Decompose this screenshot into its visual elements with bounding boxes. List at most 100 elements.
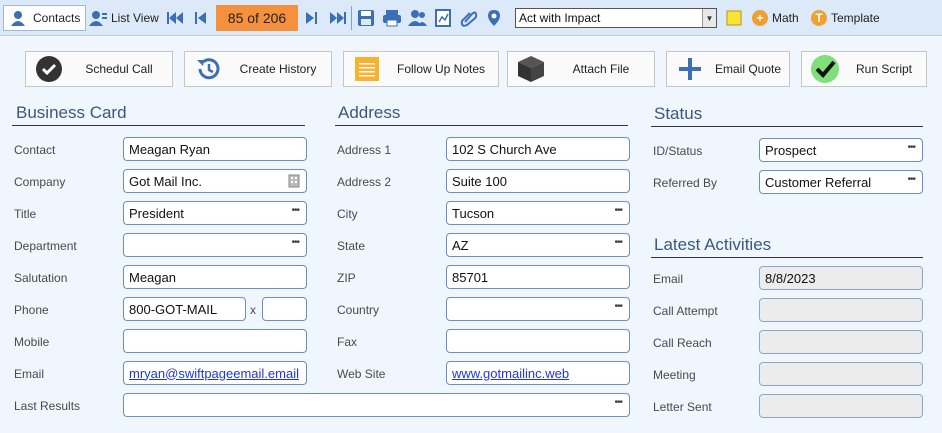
- mobile-field[interactable]: [123, 329, 307, 353]
- save-button[interactable]: [357, 5, 375, 31]
- printer-icon: [383, 10, 401, 27]
- phone-field[interactable]: 800-GOT-MAIL: [123, 297, 246, 321]
- create-history-button[interactable]: Create History: [184, 51, 332, 87]
- department-label: Department: [14, 239, 77, 253]
- last-results-field[interactable]: •••: [123, 393, 630, 417]
- attach-file-label: Attach File: [572, 62, 630, 76]
- attach-button[interactable]: [460, 5, 478, 31]
- email-quote-label: Email Quote: [714, 62, 782, 76]
- more-icon[interactable]: •••: [907, 142, 915, 153]
- run-script-label: Run Script: [855, 62, 913, 76]
- title-field[interactable]: President •••: [123, 201, 307, 225]
- previous-record-icon: [195, 12, 206, 24]
- document-button[interactable]: [434, 5, 452, 31]
- referred-by-field[interactable]: Customer Referral •••: [759, 170, 923, 194]
- template-icon: T: [811, 10, 827, 26]
- email-label: Email: [14, 367, 45, 381]
- latest-activities-title: Latest Activities: [654, 235, 772, 254]
- fax-field[interactable]: [446, 329, 630, 353]
- contact-label: Contact: [14, 143, 56, 157]
- mobile-label: Mobile: [14, 335, 50, 349]
- website-label: Web Site: [337, 367, 386, 381]
- state-field[interactable]: AZ •••: [446, 233, 630, 257]
- create-history-label: Create History: [239, 62, 317, 76]
- check-icon: [808, 54, 842, 84]
- more-icon[interactable]: •••: [291, 205, 299, 216]
- math-label: Math: [772, 11, 799, 25]
- state-value: AZ: [452, 237, 469, 253]
- attach-file-button[interactable]: Attach File: [507, 51, 655, 87]
- follow-up-notes-button[interactable]: Follow Up Notes: [343, 51, 499, 87]
- schedule-call-button[interactable]: Schedul Call: [25, 51, 173, 87]
- city-label: City: [337, 207, 358, 221]
- id-status-value: Prospect: [765, 142, 817, 158]
- more-icon[interactable]: •••: [614, 237, 622, 248]
- contact-field[interactable]: Meagan Ryan: [123, 137, 307, 161]
- website-field[interactable]: www.gotmailinc.web: [446, 361, 630, 385]
- group-button[interactable]: [408, 5, 428, 31]
- call-reach-label: Call Reach: [653, 336, 712, 350]
- call-reach-field: [759, 330, 923, 354]
- address2-label: Address 2: [337, 175, 392, 189]
- email-field[interactable]: mryan@swiftpageemail.email: [123, 361, 307, 385]
- group-icon: [408, 10, 427, 26]
- business-card-divider: [12, 125, 305, 126]
- department-field[interactable]: •••: [123, 233, 307, 257]
- template-button[interactable]: T Template: [811, 5, 880, 31]
- salutation-field[interactable]: Meagan: [123, 265, 307, 289]
- activity-email-label: Email: [653, 272, 684, 286]
- run-script-button[interactable]: Run Script: [801, 51, 927, 87]
- print-button[interactable]: [382, 5, 402, 31]
- notes-icon: [350, 54, 384, 84]
- document-chart-icon: [435, 9, 451, 27]
- email-quote-button[interactable]: Email Quote: [666, 51, 790, 87]
- lookup-dropdown[interactable]: Act with Impact ▼: [515, 8, 717, 28]
- box-icon: [514, 54, 548, 84]
- fax-label: Fax: [337, 335, 358, 349]
- last-results-label: Last Results: [14, 399, 81, 413]
- salutation-value: Meagan: [129, 269, 176, 285]
- address2-field[interactable]: Suite 100: [446, 169, 630, 193]
- sticky-note-icon: [726, 10, 742, 26]
- website-link[interactable]: www.gotmailinc.web: [452, 366, 569, 381]
- toolbar-divider: [351, 6, 352, 30]
- list-view-button[interactable]: List View: [89, 5, 159, 31]
- city-field[interactable]: Tucson •••: [446, 201, 630, 225]
- contact-value: Meagan Ryan: [129, 141, 210, 157]
- more-icon[interactable]: •••: [291, 237, 299, 248]
- previous-record-button[interactable]: [194, 5, 208, 31]
- more-icon[interactable]: •••: [614, 397, 622, 408]
- first-record-button[interactable]: [166, 5, 186, 31]
- toolbar: Contacts List View 85 of 206 Act with Im…: [0, 0, 942, 36]
- country-field[interactable]: •••: [446, 297, 630, 321]
- last-record-button[interactable]: [327, 5, 347, 31]
- next-record-button[interactable]: [304, 5, 318, 31]
- contacts-icon: [10, 10, 28, 26]
- chevron-down-icon[interactable]: ▼: [702, 9, 716, 27]
- list-view-icon: [89, 10, 107, 26]
- zip-field[interactable]: 85701: [446, 265, 630, 289]
- title-label: Title: [14, 207, 37, 221]
- more-icon[interactable]: •••: [614, 205, 622, 216]
- address1-label: Address 1: [337, 143, 392, 157]
- more-icon[interactable]: •••: [907, 174, 915, 185]
- extension-field[interactable]: [262, 297, 307, 321]
- meeting-field: [759, 362, 923, 386]
- zip-value: 85701: [452, 269, 489, 285]
- address-divider: [335, 125, 628, 126]
- contacts-tab[interactable]: Contacts: [3, 5, 86, 31]
- meeting-label: Meeting: [653, 368, 696, 382]
- map-button[interactable]: [486, 5, 502, 31]
- math-button[interactable]: + Math: [752, 5, 799, 31]
- phone-value: 800-GOT-MAIL: [129, 301, 218, 317]
- email-link[interactable]: mryan@swiftpageemail.email: [129, 366, 299, 381]
- more-icon[interactable]: •••: [614, 301, 622, 312]
- contacts-label: Contacts: [33, 11, 81, 25]
- call-attempt-field: [759, 298, 923, 322]
- title-value: President: [129, 205, 184, 221]
- id-status-field[interactable]: Prospect •••: [759, 138, 923, 162]
- building-icon[interactable]: [288, 174, 300, 191]
- company-field[interactable]: Got Mail Inc.: [123, 169, 307, 193]
- address1-field[interactable]: 102 S Church Ave: [446, 137, 630, 161]
- note-button[interactable]: [726, 5, 742, 31]
